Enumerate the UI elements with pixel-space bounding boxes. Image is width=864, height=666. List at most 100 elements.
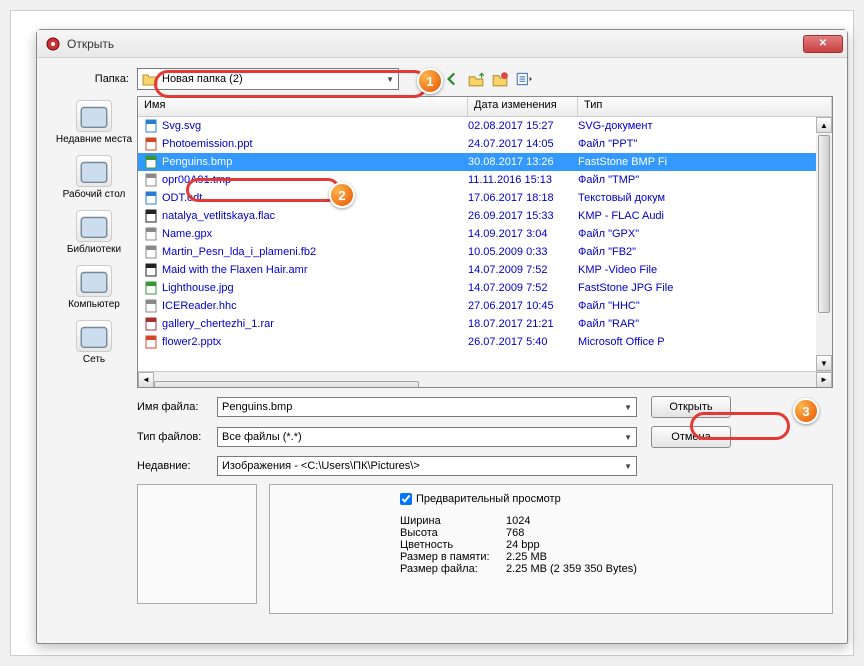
file-date: 14.09.2017 3:04 [468, 228, 578, 240]
scroll-right-icon[interactable]: ► [816, 372, 832, 388]
place-item[interactable]: Рабочий стол [54, 151, 134, 204]
property-row: Цветность24 bpp [400, 539, 824, 551]
place-icon [76, 100, 112, 132]
place-label: Компьютер [68, 299, 120, 310]
v-scrollbar[interactable]: ▲ ▼ [816, 117, 832, 371]
file-row[interactable]: Svg.svg02.08.2017 15:27SVG-документ [138, 117, 832, 135]
close-button[interactable]: ✕ [803, 35, 843, 53]
file-type: Файл "RAR" [578, 318, 832, 330]
file-type: Файл "FB2" [578, 246, 832, 258]
filename-label: Имя файла: [137, 401, 217, 413]
filename-value: Penguins.bmp [222, 401, 292, 413]
file-date: 14.07.2009 7:52 [468, 282, 578, 294]
place-item[interactable]: Библиотеки [54, 206, 134, 259]
open-button[interactable]: Открыть [651, 396, 731, 418]
scroll-down-icon[interactable]: ▼ [816, 355, 832, 371]
file-row[interactable]: gallery_chertezhi_1.rar 18.07.2017 21:21Ф… [138, 315, 832, 333]
file-date: 26.07.2017 5:40 [468, 336, 578, 348]
chevron-down-icon: ▼ [624, 433, 632, 442]
property-key: Размер в памяти: [400, 551, 506, 563]
filename-input[interactable]: Penguins.bmp ▼ [217, 397, 637, 417]
scroll-up-icon[interactable]: ▲ [816, 117, 832, 133]
preview-thumbnail [137, 484, 257, 604]
preview-row: Предварительный просмотр Ширина1024Высот… [137, 484, 833, 614]
file-name: Maid with the Flaxen Hair.amr [162, 264, 308, 276]
place-item[interactable]: Компьютер [54, 261, 134, 314]
file-row[interactable]: Photoemission.ppt24.07.2017 14:05Файл "P… [138, 135, 832, 153]
place-item[interactable]: Недавние места [54, 96, 134, 149]
preview-checkbox-input[interactable] [400, 493, 412, 505]
file-row[interactable]: Lighthouse.jpg14.07.2009 7:52FastStone J… [138, 279, 832, 297]
gear-icon [45, 36, 61, 52]
newfolder-icon[interactable] [491, 70, 509, 88]
file-icon [144, 137, 158, 151]
file-name: Photoemission.ppt [162, 138, 253, 150]
file-date: 02.08.2017 15:27 [468, 120, 578, 132]
file-date: 17.06.2017 18:18 [468, 192, 578, 204]
file-date: 27.06.2017 10:45 [468, 300, 578, 312]
annotation-badge-3: 3 [793, 398, 819, 424]
file-date: 18.07.2017 21:21 [468, 318, 578, 330]
file-type: Текстовый докум [578, 192, 832, 204]
back-icon[interactable] [443, 70, 461, 88]
file-icon [144, 245, 158, 259]
file-row[interactable]: flower2.pptx26.07.2017 5:40Microsoft Off… [138, 333, 832, 351]
file-row[interactable]: Name.gpx14.09.2017 3:04Файл "GPX" [138, 225, 832, 243]
file-icon [144, 209, 158, 223]
dialog-content: Папка: Новая папка (2) ▼ Недавние местаР… [37, 58, 847, 624]
file-name: opr00A91.tmp [162, 174, 231, 186]
file-name: gallery_chertezhi_1.rar [162, 318, 274, 330]
file-type: Файл "TMP" [578, 174, 832, 186]
viewmenu-icon[interactable] [515, 70, 533, 88]
preview-info: Предварительный просмотр Ширина1024Высот… [269, 484, 833, 614]
annotation-badge-1: 1 [417, 68, 443, 94]
file-list-body[interactable]: Svg.svg02.08.2017 15:27SVG-документPhoto… [138, 117, 832, 371]
file-type: Файл "HHC" [578, 300, 832, 312]
filetype-dropdown[interactable]: Все файлы (*.*) ▼ [217, 427, 637, 447]
scroll-thumb[interactable] [154, 381, 419, 389]
file-row[interactable]: Maid with the Flaxen Hair.amr14.07.2009 … [138, 261, 832, 279]
filetype-row: Тип файлов: Все файлы (*.*) ▼ Отмена [137, 426, 833, 448]
scroll-thumb[interactable] [818, 135, 830, 313]
col-date[interactable]: Дата изменения [468, 97, 578, 116]
file-name: ODT.odt [162, 192, 202, 204]
place-icon [76, 320, 112, 352]
file-row[interactable]: natalya_vetlitskaya.flac26.09.2017 15:33… [138, 207, 832, 225]
file-icon [144, 227, 158, 241]
preview-checkbox-label: Предварительный просмотр [416, 493, 561, 505]
property-key: Высота [400, 527, 506, 539]
h-scrollbar[interactable]: ◄ ► [138, 371, 832, 387]
col-name[interactable]: Имя [138, 97, 468, 116]
file-icon [144, 191, 158, 205]
property-value: 1024 [506, 515, 530, 527]
folder-icon [142, 72, 158, 86]
file-name: ICEReader.hhc [162, 300, 237, 312]
scroll-left-icon[interactable]: ◄ [138, 372, 154, 388]
cancel-button[interactable]: Отмена [651, 426, 731, 448]
titlebar: Открыть ✕ [37, 30, 847, 58]
file-name: Svg.svg [162, 120, 201, 132]
file-name: Penguins.bmp [162, 156, 232, 168]
file-icon [144, 317, 158, 331]
place-item[interactable]: Сеть [54, 316, 134, 369]
places-bar: Недавние местаРабочий столБиблиотеки Комп… [51, 96, 137, 388]
chevron-down-icon: ▼ [624, 403, 632, 412]
col-type[interactable]: Тип [578, 97, 832, 116]
file-row[interactable]: ODT.odt 17.06.2017 18:18Текстовый докум [138, 189, 832, 207]
file-name: Lighthouse.jpg [162, 282, 234, 294]
preview-checkbox[interactable]: Предварительный просмотр [278, 493, 824, 505]
place-icon [76, 155, 112, 187]
file-row[interactable]: Martin_Pesn_lda_i_plameni.fb210.05.2009 … [138, 243, 832, 261]
file-row[interactable]: opr00A91.tmp11.11.2016 15:13Файл "TMP" [138, 171, 832, 189]
file-type: FastStone BMP Fi [578, 156, 832, 168]
file-row[interactable]: ICEReader.hhc 27.06.2017 10:45Файл "HHC" [138, 297, 832, 315]
folder-dropdown[interactable]: Новая папка (2) ▼ [137, 68, 399, 90]
file-row[interactable]: Penguins.bmp30.08.2017 13:26FastStone BM… [138, 153, 832, 171]
recent-value: Изображения - <C:\Users\ПК\Pictures\> [222, 460, 420, 472]
place-icon [76, 265, 112, 297]
place-label: Сеть [83, 354, 105, 365]
chevron-down-icon: ▼ [624, 462, 632, 471]
up-icon[interactable] [467, 70, 485, 88]
recent-dropdown[interactable]: Изображения - <C:\Users\ПК\Pictures\> ▼ [217, 456, 637, 476]
property-key: Цветность [400, 539, 506, 551]
